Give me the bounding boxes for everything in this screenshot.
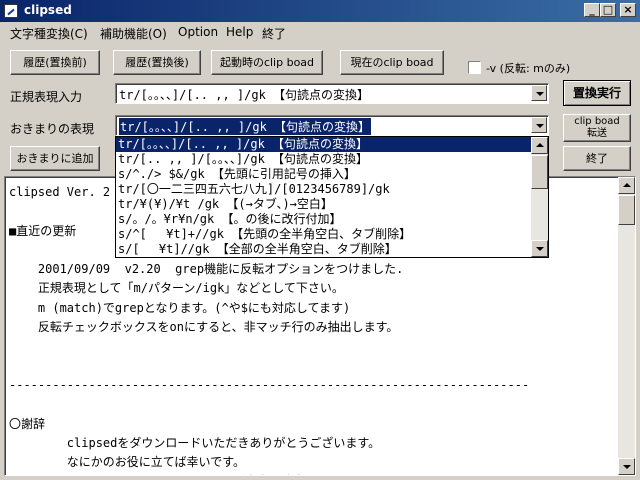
preset-dropdown-items: tr/[。。、、]/[.. ,, ]/gk 【句読点の変換】 tr/[.. ,, … xyxy=(116,137,532,257)
dropdown-item[interactable]: s/^[ ¥t]+//gk 【先頭の全半角空白、タブ削除】 xyxy=(116,227,532,242)
title-bar[interactable]: clipsed _ □ × xyxy=(0,0,640,22)
text-vertical-scrollbar[interactable] xyxy=(618,177,635,475)
minimize-button[interactable]: _ xyxy=(584,3,600,17)
text-line xyxy=(9,357,615,376)
dropdown-item[interactable]: tr/[.. ,, ]/[。。、、]/gk 【句読点の変換】 xyxy=(116,152,532,167)
menu-exit[interactable]: 終了 xyxy=(262,25,286,42)
dropdown-item[interactable]: tr/¥(¥)/¥t /gk 【(→タブ、)→空白】 xyxy=(116,197,532,212)
menu-bar: 文字種変換(C) 補助機能(O) Option Help 終了 xyxy=(0,22,640,42)
text-line: 正規表現として「m/パターン/igk」などとして下さい。 xyxy=(9,281,344,296)
text-line xyxy=(9,337,615,356)
text-line: 〇謝辞 xyxy=(9,416,46,431)
menu-option[interactable]: Option xyxy=(178,25,218,39)
history-after-button[interactable]: 履歴(置換後) xyxy=(113,50,201,75)
current-clipboard-button[interactable]: 現在のclip boad xyxy=(340,50,444,75)
regex-input-combo[interactable]: tr/[。。、、]/[.. ,, ]/gk 【句読点の変換】 xyxy=(115,83,549,104)
app-icon[interactable] xyxy=(4,4,18,18)
regex-input-label: 正規表現入力 xyxy=(10,90,83,104)
dropdown-scroll-thumb[interactable] xyxy=(531,155,548,189)
regex-input-value: tr/[。。、、]/[.. ,, ]/gk 【句読点の変換】 xyxy=(119,88,370,102)
history-before-button[interactable]: 履歴(置換前) xyxy=(10,50,100,75)
add-preset-button[interactable]: おきまりに追加 xyxy=(10,146,100,171)
invert-checkbox-label: -v (反転: mのみ) xyxy=(486,62,571,75)
menu-char-convert[interactable]: 文字種変換(C) xyxy=(10,25,88,42)
preset-label: おきまりの表現 xyxy=(10,122,95,136)
menu-assist[interactable]: 補助機能(O) xyxy=(100,25,167,42)
dropdown-scroll-down-icon[interactable] xyxy=(531,240,548,257)
dropdown-item[interactable]: tr/[〇一二三四五六七八九]/[0123456789]/gk xyxy=(116,182,532,197)
dropdown-item[interactable]: s/。/。¥r¥n/gk 【。の後に改行付加】 xyxy=(116,212,532,227)
scroll-up-arrow-icon[interactable] xyxy=(618,177,635,194)
preset-combo[interactable]: tr/[。。、、]/[.. ,, ]/gk 【句読点の変換】 xyxy=(115,115,549,136)
startup-clipboard-button[interactable]: 起動時のclip boad xyxy=(211,50,323,75)
clipboard-transfer-label-1: clip boad xyxy=(574,116,620,127)
scroll-thumb[interactable] xyxy=(618,195,635,225)
preset-dropdown-list[interactable]: tr/[。。、、]/[.. ,, ]/gk 【句読点の変換】 tr/[.. ,, … xyxy=(115,136,549,258)
text-line: 反転チェックボックスをonにすると、非マッチ行のみ抽出します。 xyxy=(9,320,399,335)
text-line: なにかのお役に立てば幸いです。 xyxy=(9,455,245,470)
text-line: clipsedをダウンロードいただきありがとうございます。 xyxy=(9,435,381,450)
replace-execute-label: 置換実行 xyxy=(572,85,621,100)
window-title: clipsed xyxy=(24,3,72,17)
preset-dropdown-arrow[interactable] xyxy=(531,117,547,133)
regex-input-dropdown-arrow[interactable] xyxy=(531,85,547,101)
preset-value: tr/[。。、、]/[.. ,, ]/gk 【句読点の変換】 xyxy=(119,118,372,135)
replace-execute-button[interactable]: 置換実行 xyxy=(563,80,631,106)
scroll-down-arrow-icon[interactable] xyxy=(618,458,635,475)
dropdown-item[interactable]: s/[ ¥t]//gk 【全部の全半角空白、タブ削除】 xyxy=(116,242,532,257)
menu-help[interactable]: Help xyxy=(226,25,253,39)
dropdown-item[interactable]: s/^./> $&/gk 【先頭に引用記号の挿入】 xyxy=(116,167,532,182)
clipboard-transfer-button[interactable]: clip boad 転送 xyxy=(563,114,631,142)
text-line: ソースもつけておりますので、ご自由に改良なさってください。 xyxy=(9,472,615,475)
clipboard-transfer-label-2: 転送 xyxy=(587,128,607,139)
invert-checkbox[interactable] xyxy=(468,61,481,74)
exit-button[interactable]: 終了 xyxy=(563,146,631,171)
dropdown-item[interactable]: tr/[。。、、]/[.. ,, ]/gk 【句読点の変換】 xyxy=(116,137,532,152)
close-button[interactable]: × xyxy=(620,3,636,17)
dropdown-scroll-up-icon[interactable] xyxy=(531,137,548,154)
maximize-button[interactable]: □ xyxy=(600,3,616,17)
text-line xyxy=(9,395,615,414)
text-line: m (match)でgrepとなります。(^や$にも対応してます) xyxy=(9,300,351,315)
text-line: ----------------------------------------… xyxy=(9,377,530,392)
text-line: 2001/09/09 v2.20 grep機能に反転オプションをつけました. xyxy=(9,262,404,277)
dropdown-scrollbar[interactable] xyxy=(531,137,548,257)
